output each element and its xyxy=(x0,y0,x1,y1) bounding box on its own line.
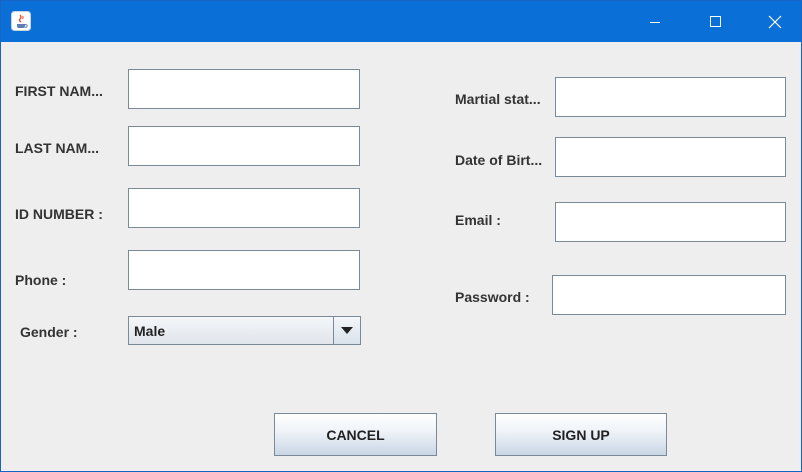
date-of-birth-label: Date of Birt... xyxy=(455,152,543,168)
minimize-button[interactable] xyxy=(625,1,685,42)
cancel-button[interactable]: CANCEL xyxy=(274,413,437,456)
title-bar[interactable] xyxy=(1,1,801,42)
id-number-label: ID NUMBER : xyxy=(15,206,103,222)
close-icon xyxy=(768,15,782,28)
java-app-icon xyxy=(11,11,31,31)
maximize-button[interactable] xyxy=(685,1,745,42)
id-number-field[interactable] xyxy=(128,188,360,228)
email-field[interactable] xyxy=(555,202,786,242)
close-button[interactable] xyxy=(745,1,801,42)
last-name-label: LAST NAM... xyxy=(15,140,99,156)
first-name-field[interactable] xyxy=(128,69,360,109)
date-of-birth-field[interactable] xyxy=(555,137,786,177)
phone-label: Phone : xyxy=(15,272,67,288)
sign-up-button[interactable]: SIGN UP xyxy=(495,413,667,456)
email-label: Email : xyxy=(455,212,501,228)
first-name-label: FIRST NAM... xyxy=(15,83,103,99)
gender-select[interactable]: Male xyxy=(128,316,361,345)
gender-dropdown-button[interactable] xyxy=(333,317,360,344)
form-panel: FIRST NAM... LAST NAM... ID NUMBER : Pho… xyxy=(1,42,801,471)
phone-field[interactable] xyxy=(128,250,360,290)
marital-status-field[interactable] xyxy=(555,77,786,117)
gender-label: Gender : xyxy=(20,324,78,340)
gender-selected-value: Male xyxy=(134,323,166,339)
maximize-icon xyxy=(709,16,721,27)
password-label: Password : xyxy=(455,289,530,305)
last-name-field[interactable] xyxy=(128,126,360,166)
marital-status-label: Martial stat... xyxy=(455,91,541,107)
chevron-down-icon xyxy=(341,326,353,334)
minimize-icon xyxy=(650,21,660,23)
signup-window: FIRST NAM... LAST NAM... ID NUMBER : Pho… xyxy=(0,0,802,472)
password-field[interactable] xyxy=(552,275,786,315)
